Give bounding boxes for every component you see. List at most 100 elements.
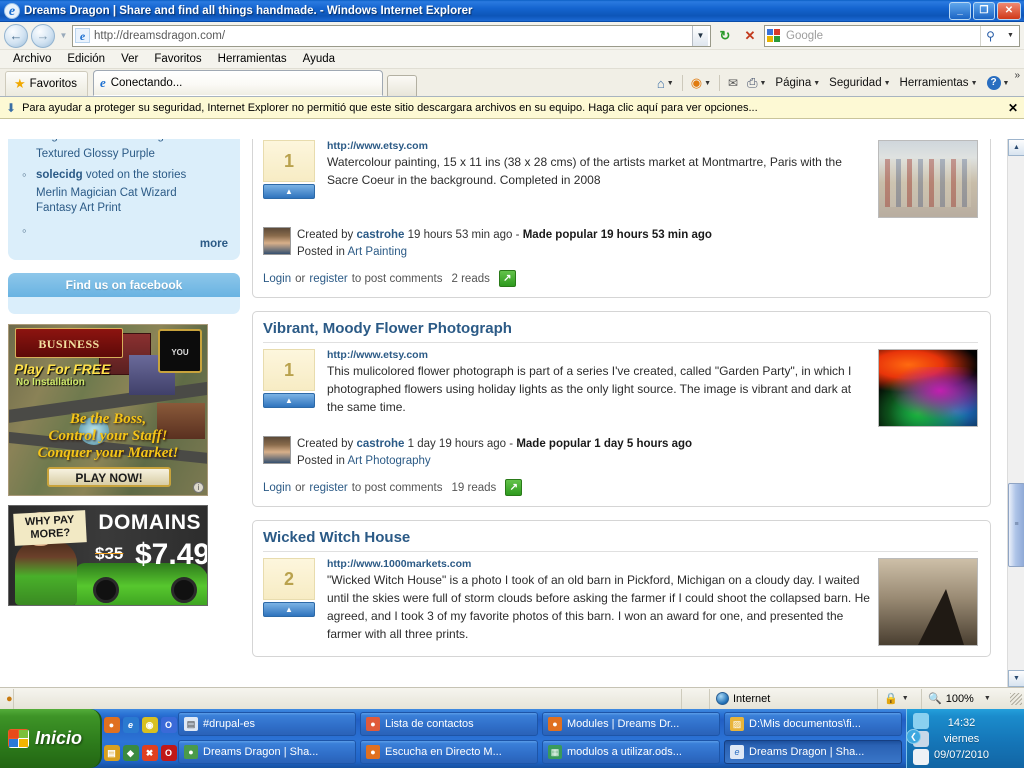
favorites-button[interactable]: ★ Favoritos (5, 71, 88, 96)
volume-icon[interactable] (913, 713, 929, 729)
vote-up-button[interactable]: ▲ (263, 602, 315, 617)
story-title-link[interactable]: Vibrant, Moody Flower Photograph (263, 320, 978, 343)
more-link[interactable]: more (20, 224, 228, 250)
search-input[interactable]: Google ⚲ ▼ (764, 25, 1020, 47)
home-caret-icon[interactable]: ▼ (667, 80, 674, 87)
task-button[interactable]: ▤ #drupal-es (178, 712, 356, 736)
overflow-chevron-icon[interactable]: » (1014, 70, 1020, 81)
author-link[interactable]: castrohe (356, 438, 404, 450)
messenger-icon[interactable]: ◆ (123, 745, 139, 761)
security-caret-icon[interactable]: ▼ (884, 80, 891, 87)
new-tab-button[interactable] (387, 75, 417, 96)
story-thumbnail[interactable] (878, 558, 978, 646)
ad-domains[interactable]: WHY PAY MORE? DOMAINS $35 $7.49* (8, 505, 208, 606)
ad-business-tycoon[interactable]: BUSINESS Play For FREE No Installation Y… (8, 324, 208, 496)
activity-story-link-2[interactable]: Fantasy Art Print (20, 201, 228, 216)
category-link-2[interactable]: Painting (365, 246, 407, 258)
task-button[interactable]: ▨ D:\Mis documentos\fi... (724, 712, 902, 736)
url-input[interactable]: e http://dreamsdragon.com/ ▼ (72, 25, 711, 47)
print-caret-icon[interactable]: ▼ (759, 80, 766, 87)
category-link-1[interactable]: Art (348, 455, 363, 467)
scrollbar-thumb[interactable]: ≡ (1008, 483, 1024, 567)
start-button[interactable]: Inicio (0, 709, 102, 768)
register-link[interactable]: register (309, 273, 347, 285)
zoom-caret-icon[interactable]: ▼ (984, 695, 991, 702)
share-icon[interactable]: ↗ (505, 479, 522, 496)
task-button[interactable]: ● Modules | Dreams Dr... (542, 712, 720, 736)
menu-ayuda[interactable]: Ayuda (296, 52, 342, 66)
task-button-active[interactable]: e Dreams Dragon | Sha... (724, 740, 902, 764)
help-menu-button[interactable]: ? ▼ (983, 74, 1014, 92)
stop-icon[interactable]: ✕ (739, 25, 761, 47)
menu-herramientas[interactable]: Herramientas (211, 52, 294, 66)
scroll-down-icon[interactable]: ▼ (1008, 670, 1024, 687)
feeds-caret-icon[interactable]: ▼ (704, 80, 711, 87)
clock[interactable]: 14:32 viernes 09/07/2010 (934, 715, 989, 763)
story-url-link[interactable]: http://www.1000markets.com (327, 558, 870, 570)
refresh-icon[interactable]: ↻ (714, 25, 736, 47)
resize-grip[interactable] (1010, 693, 1022, 705)
search-provider-caret-icon[interactable]: ▼ (1004, 32, 1017, 39)
story-url-link[interactable]: http://www.etsy.com (327, 140, 870, 152)
page-scrollbar[interactable]: ▲ ≡ ▼ (1007, 139, 1024, 687)
menu-edicion[interactable]: Edición (60, 52, 112, 66)
facebook-body[interactable] (8, 297, 240, 314)
menu-archivo[interactable]: Archivo (6, 52, 58, 66)
ie-icon[interactable]: e (123, 717, 139, 733)
print-icon-button[interactable]: ⎙ ▼ (743, 73, 770, 93)
tools-menu-button[interactable]: Herramientas ▼ (896, 75, 982, 91)
login-link[interactable]: Login (263, 482, 291, 494)
chrome-icon[interactable]: ◉ (142, 717, 158, 733)
page-caret-icon[interactable]: ▼ (813, 80, 820, 87)
task-button[interactable]: ● Lista de contactos (360, 712, 538, 736)
maximize-button[interactable]: ❐ (973, 2, 995, 20)
firefox-alt-icon[interactable]: ✖ (142, 745, 158, 761)
story-thumbnail[interactable] (878, 140, 978, 218)
firefox-icon[interactable]: ● (104, 717, 120, 733)
notepad-icon[interactable]: ▤ (104, 745, 120, 761)
security-zone-cell[interactable]: Internet (710, 689, 878, 709)
author-link[interactable]: castrohe (356, 229, 404, 241)
menu-favoritos[interactable]: Favoritos (147, 52, 208, 66)
menu-ver[interactable]: Ver (114, 52, 145, 66)
url-dropdown-icon[interactable]: ▼ (692, 26, 708, 46)
back-button[interactable]: ← (4, 24, 28, 48)
ad-play-now-button[interactable]: PLAY NOW! (47, 467, 171, 487)
home-icon-button[interactable]: ⌂ ▼ (653, 74, 678, 93)
minimize-button[interactable]: _ (949, 2, 971, 20)
share-icon[interactable]: ↗ (499, 270, 516, 287)
category-link-1[interactable]: Art (348, 246, 363, 258)
tray-expand-icon[interactable]: ❮ (906, 729, 921, 744)
story-title-link[interactable]: Wicked Witch House (263, 529, 978, 552)
activity-title-cont[interactable]: Textured Glossy Purple (20, 147, 228, 162)
activity-user-link[interactable]: solecidg (36, 169, 83, 181)
zoom-cell[interactable]: 🔍 100% ▼ (922, 689, 1008, 709)
security-menu-button[interactable]: Seguridad ▼ (825, 75, 894, 91)
vote-up-button[interactable]: ▲ (263, 393, 315, 408)
forward-button[interactable]: → (31, 24, 55, 48)
history-dropdown-icon[interactable]: ▼ (58, 31, 69, 40)
story-thumbnail[interactable] (878, 349, 978, 427)
task-button[interactable]: ● Escucha en Directo M... (360, 740, 538, 764)
browser-tab[interactable]: e Conectando... (93, 70, 383, 96)
mail-icon-button[interactable]: ✉ (724, 74, 742, 92)
avatar[interactable] (263, 227, 291, 255)
category-link-2[interactable]: Photography (365, 455, 430, 467)
protected-caret-icon[interactable]: ▼ (902, 695, 909, 702)
activity-story-link-1[interactable]: Merlin Magician Cat Wizard (20, 186, 228, 201)
page-menu-button[interactable]: Página ▼ (771, 75, 824, 91)
task-button[interactable]: ▦ modulos a utilizar.ods... (542, 740, 720, 764)
story-url-link[interactable]: http://www.etsy.com (327, 349, 870, 361)
help-caret-icon[interactable]: ▼ (1003, 80, 1010, 87)
register-link[interactable]: register (309, 482, 347, 494)
search-go-icon[interactable]: ⚲ (980, 26, 1000, 46)
information-bar[interactable]: ⬇ Para ayudar a proteger su seguridad, I… (0, 97, 1024, 119)
activity-title-partial[interactable]: Original Abstract Art Large (36, 139, 228, 144)
close-icon[interactable]: ✕ (1008, 101, 1018, 115)
login-link[interactable]: Login (263, 273, 291, 285)
close-button[interactable]: ✕ (997, 2, 1021, 20)
avatar[interactable] (263, 436, 291, 464)
task-button[interactable]: ● Dreams Dragon | Sha... (178, 740, 356, 764)
protected-mode-cell[interactable]: 🔒 ▼ (878, 689, 922, 709)
feeds-icon-button[interactable]: ◉ ▼ (687, 73, 715, 93)
